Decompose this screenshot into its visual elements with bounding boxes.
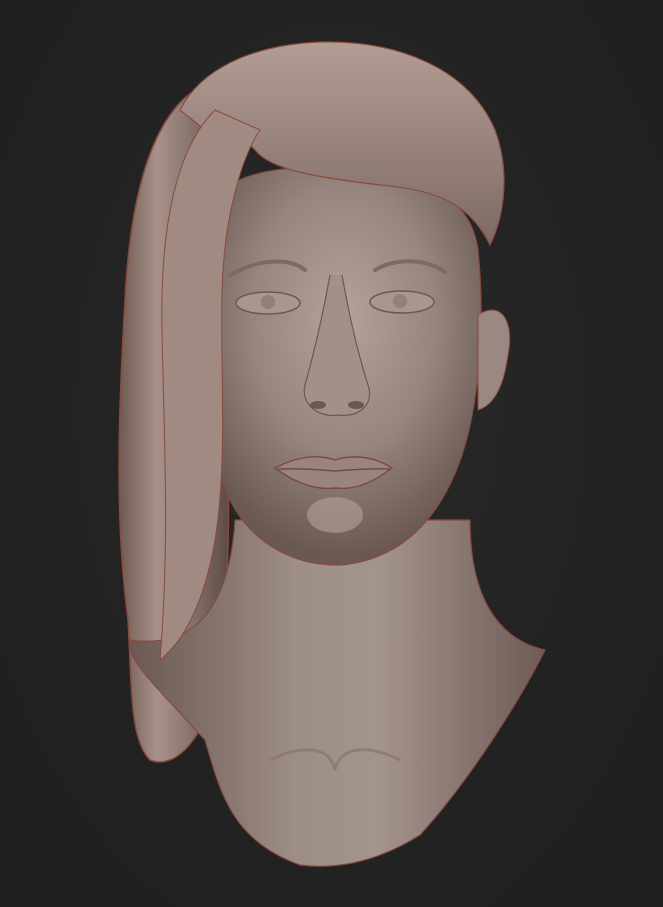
sculpted-bust-render bbox=[118, 41, 546, 867]
ear bbox=[477, 309, 511, 411]
chin bbox=[307, 497, 363, 533]
viewport bbox=[0, 0, 663, 907]
